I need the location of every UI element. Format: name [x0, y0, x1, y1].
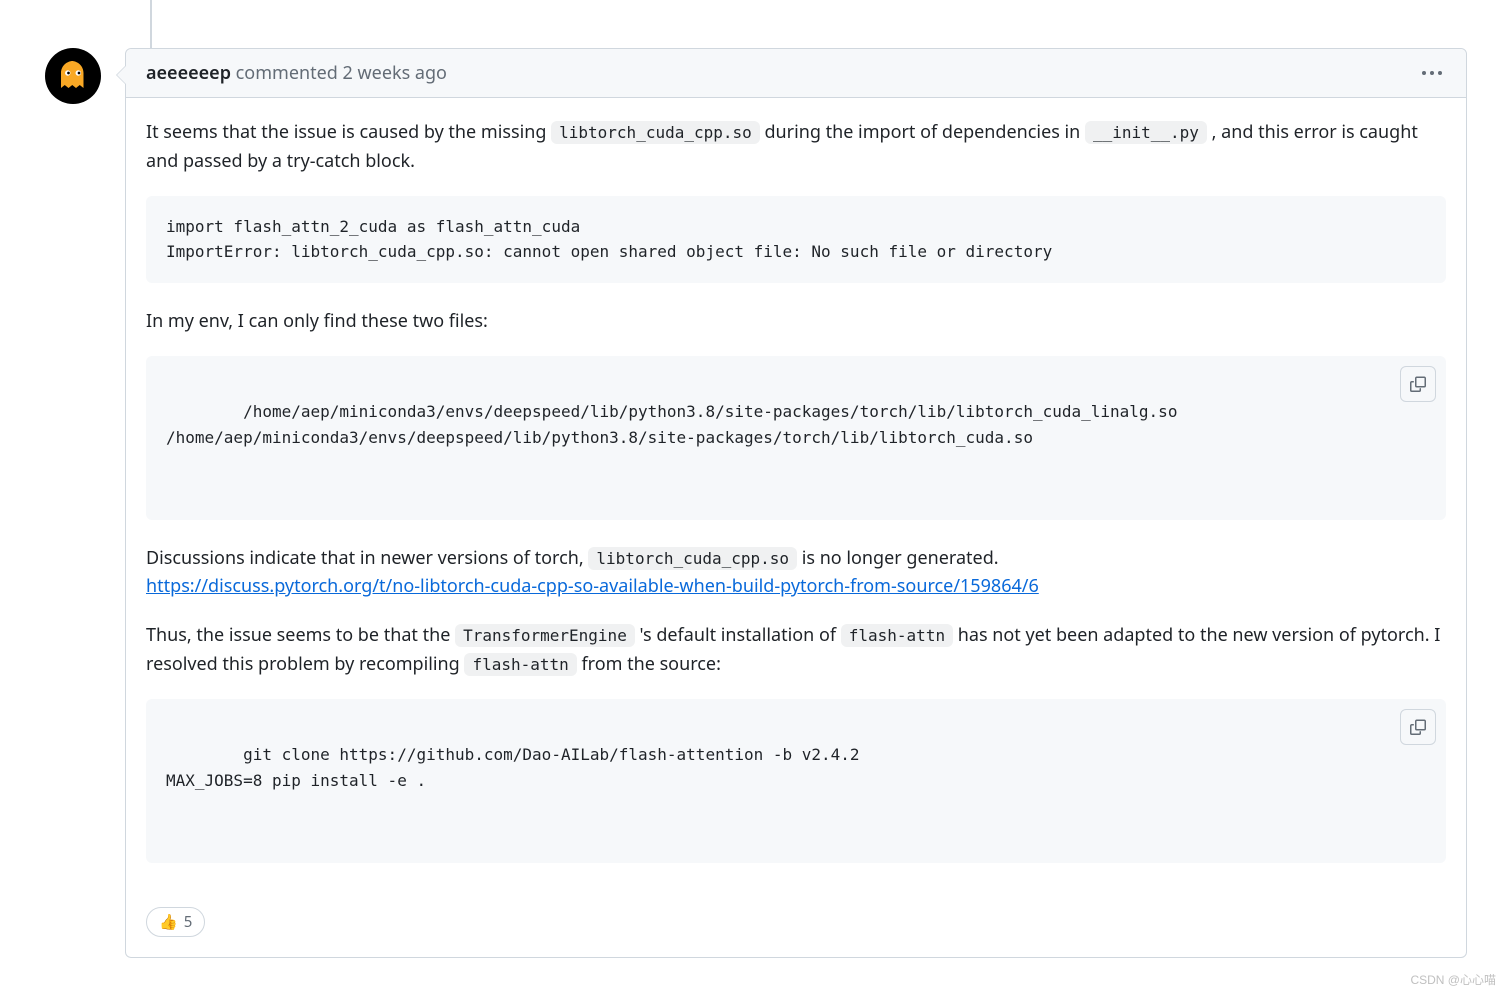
inline-code: TransformerEngine — [455, 624, 635, 647]
paragraph-1: It seems that the issue is caused by the… — [146, 118, 1446, 176]
comment-body: It seems that the issue is caused by the… — [126, 98, 1466, 907]
avatar[interactable] — [45, 48, 101, 104]
comment-header: aeeeeeep commented 2 weeks ago — [126, 49, 1466, 98]
comment-container: aeeeeeep commented 2 weeks ago It seems … — [0, 0, 1512, 958]
reaction-count: 5 — [184, 912, 193, 932]
paragraph-4: Thus, the issue seems to be that the Tra… — [146, 621, 1446, 679]
code-block-3: git clone https://github.com/Dao-AILab/f… — [146, 699, 1446, 863]
kebab-menu[interactable] — [1418, 67, 1446, 79]
paragraph-3: Discussions indicate that in newer versi… — [146, 544, 1446, 602]
inline-code: libtorch_cuda_cpp.so — [588, 547, 797, 570]
comment-box: aeeeeeep commented 2 weeks ago It seems … — [125, 48, 1467, 958]
reactions: 👍 5 — [126, 907, 1466, 957]
watermark: CSDN @心心喵 — [1410, 971, 1496, 988]
code-block-1: import flash_attn_2_cuda as flash_attn_c… — [146, 196, 1446, 283]
code-block-2: /home/aep/miniconda3/envs/deepspeed/lib/… — [146, 356, 1446, 520]
reaction-emoji: 👍 — [159, 912, 178, 932]
thumbs-up-reaction[interactable]: 👍 5 — [146, 907, 205, 937]
comment-author[interactable]: aeeeeeep — [146, 61, 231, 85]
copy-icon — [1410, 719, 1426, 735]
comment-arrow — [116, 65, 126, 85]
ghost-icon — [55, 58, 91, 94]
comment-timestamp[interactable]: 2 weeks ago — [343, 61, 447, 85]
copy-button[interactable] — [1400, 709, 1436, 745]
copy-icon — [1410, 376, 1426, 392]
inline-code: libtorch_cuda_cpp.so — [551, 121, 760, 144]
comment-header-text: aeeeeeep commented 2 weeks ago — [146, 61, 447, 85]
paragraph-2: In my env, I can only find these two fil… — [146, 307, 1446, 336]
inline-code: flash-attn — [464, 653, 576, 676]
inline-code: flash-attn — [841, 624, 953, 647]
inline-code: __init__.py — [1085, 121, 1207, 144]
copy-button[interactable] — [1400, 366, 1436, 402]
discussion-link[interactable]: https://discuss.pytorch.org/t/no-libtorc… — [146, 574, 1039, 598]
comment-action: commented — [236, 61, 338, 85]
